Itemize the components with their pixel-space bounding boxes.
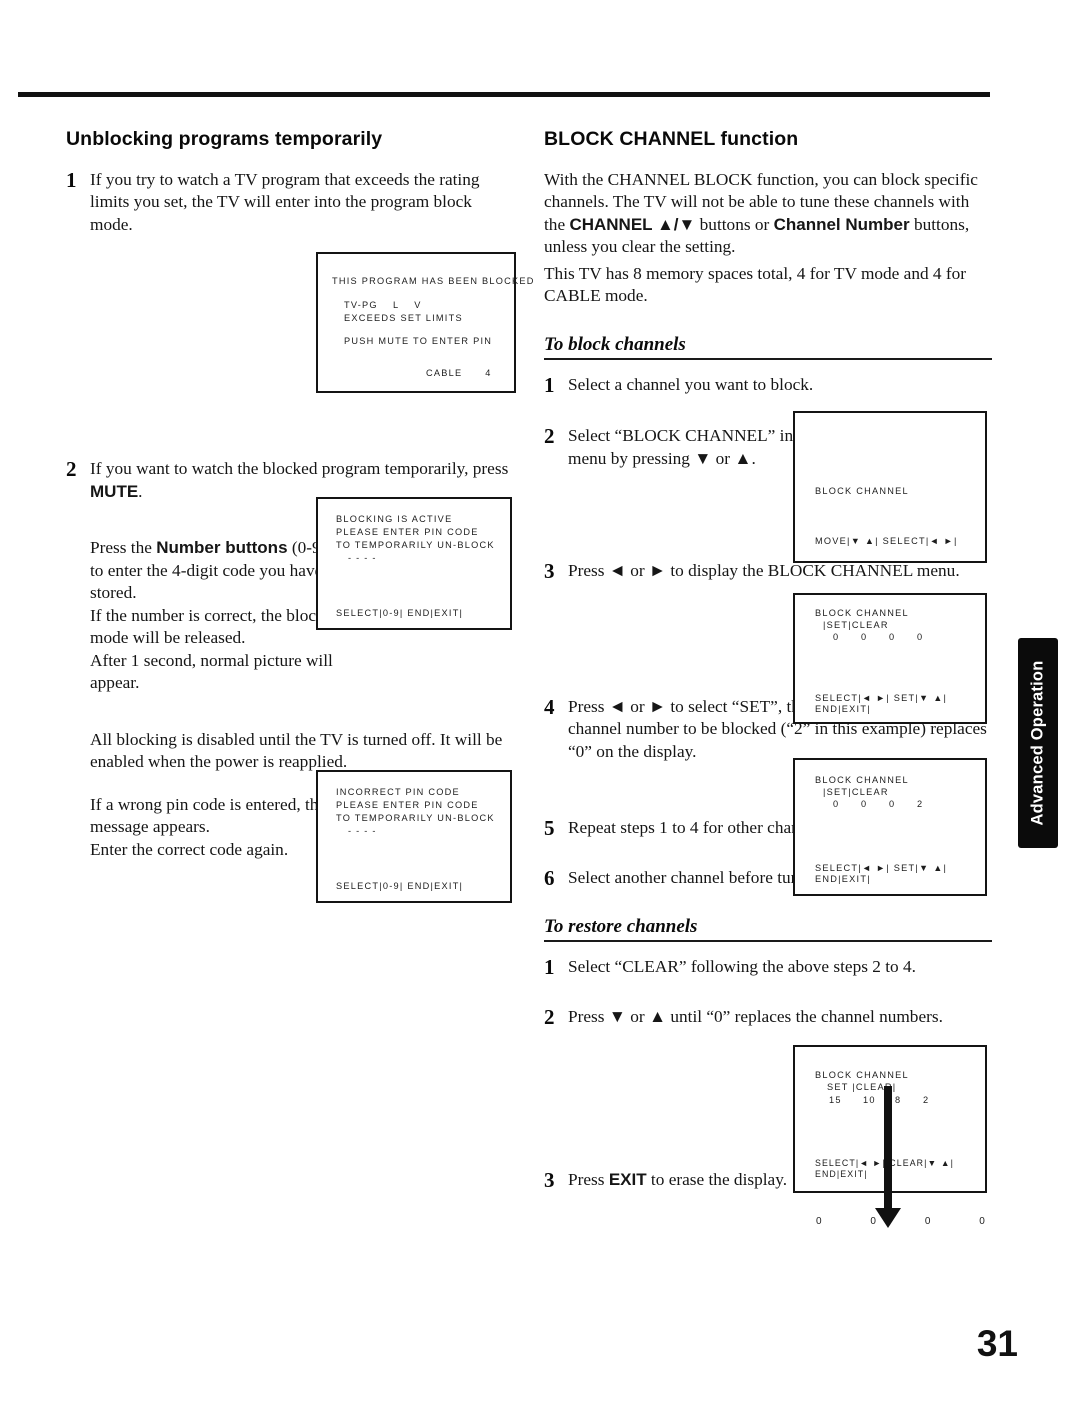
step-number: 1: [66, 168, 77, 192]
step-text: Select a channel you want to block.: [568, 374, 814, 394]
screen-program-blocked: THIS PROGRAM HAS BEEN BLOCKED TV-PG L V …: [316, 252, 533, 393]
osd-line-blocked-title: THIS PROGRAM HAS BEEN BLOCKED: [332, 276, 535, 286]
osd-line-incorrect-pin: INCORRECT PIN CODE: [336, 787, 460, 797]
step-text: If you try to watch a TV program that ex…: [90, 170, 480, 234]
screen-block-channel-set2: BLOCK CHANNEL |SET|CLEAR 0 0 0 2 SELECT|…: [793, 758, 987, 896]
heading-underline: [544, 357, 992, 360]
correct-code-text: If the number is correct, the block mode…: [90, 605, 325, 648]
step-unblock-1: 1 If you try to watch a TV program that …: [66, 168, 518, 236]
block-channel-intro: With the CHANNEL BLOCK function, you can…: [544, 169, 992, 259]
normal-picture-text: After 1 second, normal picture will appe…: [90, 650, 333, 693]
header-rule: [18, 92, 990, 97]
osd-value-1: 0: [833, 799, 840, 809]
cleared-value-4: 0: [979, 1216, 986, 1227]
page-title-block-channel: BLOCK CHANNEL function: [544, 128, 799, 150]
cleared-value-1: 0: [816, 1216, 823, 1227]
section-tab-label: Advanced Operation: [1028, 660, 1047, 826]
heading-underline: [544, 940, 992, 943]
osd-line-pin-dashes: - - - -: [348, 553, 377, 563]
osd-footer-move-select: MOVE|▼ ▲| SELECT|◄ ►|: [815, 536, 958, 546]
step-text-lead: If you want to watch the blocked program…: [90, 459, 509, 479]
osd-footer-end-exit: END|EXIT|: [815, 704, 871, 714]
to-restore-channels-heading: To restore channels: [544, 916, 698, 938]
press-the-label: Press the: [90, 538, 157, 558]
step-number: 4: [544, 694, 555, 719]
erase-display-text: to erase the display.: [646, 1170, 788, 1190]
channel-updown-label: CHANNEL ▲/▼: [569, 214, 696, 234]
wrong-pin-paragraph: If a wrong pin code is entered, the mess…: [90, 794, 326, 859]
osd-value-4: 0: [917, 632, 924, 642]
osd-value-3: 0: [889, 799, 896, 809]
step-number: 1: [544, 955, 555, 980]
osd-value-1: 15: [829, 1095, 842, 1105]
step-number: 6: [544, 865, 555, 890]
osd-line-temp-unblock: TO TEMPORARILY UN-BLOCK: [336, 813, 495, 823]
manual-page: Unblocking programs temporarily 1 If you…: [0, 0, 1080, 1403]
intro-text-2: buttons or: [695, 214, 774, 234]
screen-blocking-active: BLOCKING IS ACTIVE PLEASE ENTER PIN CODE…: [316, 497, 512, 630]
cleared-values-row: 0 0 0 0: [816, 1216, 986, 1227]
screen-vchip-menu: BLOCK CHANNEL MOVE|▼ ▲| SELECT|◄ ►|: [793, 411, 987, 563]
step-number: 3: [544, 559, 555, 584]
page-title-unblocking: Unblocking programs temporarily: [66, 128, 383, 150]
cleared-value-3: 0: [924, 1216, 932, 1227]
osd-value-3: 8: [895, 1095, 902, 1105]
step-number: 2: [66, 457, 77, 482]
screen-block-channel-zeros: BLOCK CHANNEL |SET|CLEAR 0 0 0 0 SELECT|…: [793, 593, 987, 724]
number-buttons-label: Number buttons: [156, 538, 288, 558]
step-number: 3: [544, 1168, 555, 1193]
step-text: Press ▼ or ▲ until “0” replaces the chan…: [568, 1006, 943, 1026]
step-restore-2: 2 Press ▼ or ▲ until “0” replaces the ch…: [544, 1004, 992, 1030]
memory-spaces-text: This TV has 8 memory spaces total, 4 for…: [544, 263, 967, 306]
osd-value-2: 0: [861, 799, 868, 809]
mute-button-label: MUTE: [90, 481, 139, 501]
osd-value-2: 0: [861, 632, 868, 642]
step-number: 2: [544, 424, 555, 449]
step-block-3: 3 Press ◄ or ► to display the BLOCK CHAN…: [544, 560, 992, 584]
osd-value-2: 10: [863, 1095, 876, 1105]
cleared-value-2: 0: [870, 1216, 878, 1227]
to-block-channels-heading: To block channels: [544, 333, 686, 355]
step-number: 5: [544, 816, 555, 841]
step-text-tail: .: [138, 481, 143, 501]
osd-footer-select-end: SELECT|0-9| END|EXIT|: [336, 608, 464, 618]
step-number: 2: [544, 1004, 555, 1029]
osd-line-temp-unblock: TO TEMPORARILY UN-BLOCK: [336, 540, 495, 550]
osd-value-3: 0: [889, 632, 896, 642]
down-arrow-icon: [875, 1086, 901, 1228]
osd-line-block-channel: BLOCK CHANNEL: [815, 486, 909, 496]
osd-line-push-mute: PUSH MUTE TO ENTER PIN: [344, 336, 493, 346]
osd-footer-end-exit: END|EXIT|: [815, 874, 871, 884]
osd-line-blocking-active: BLOCKING IS ACTIVE: [336, 514, 453, 524]
section-tab-advanced-operation: Advanced Operation: [1018, 638, 1058, 848]
step-text: Select “CLEAR” following the above steps…: [568, 957, 916, 977]
page-number: 31: [976, 1323, 1018, 1364]
osd-line-exceeds: EXCEEDS SET LIMITS: [344, 313, 463, 323]
osd-line-enter-pin: PLEASE ENTER PIN CODE: [336, 800, 479, 810]
channel-number-label: Channel Number: [773, 214, 910, 234]
osd-footer-end-exit: END|EXIT|: [815, 1169, 868, 1179]
osd-line-pin-dashes: - - - -: [348, 826, 377, 836]
osd-line-cable: CABLE 4: [426, 368, 492, 378]
screen-incorrect-pin: INCORRECT PIN CODE PLEASE ENTER PIN CODE…: [316, 770, 512, 903]
step-restore-1: 1 Select “CLEAR” following the above ste…: [544, 956, 992, 980]
osd-line-rating: TV-PG L V: [344, 300, 422, 310]
exit-button-label: EXIT: [608, 1170, 647, 1190]
press-label: Press: [568, 1170, 609, 1190]
blocking-disabled-paragraph: All blocking is disabled until the TV is…: [90, 729, 503, 772]
osd-value-4: 2: [917, 799, 924, 809]
step-block-1: 1 Select a channel you want to block.: [544, 372, 992, 398]
osd-value-4: 2: [923, 1095, 930, 1105]
step-number: 1: [544, 372, 555, 397]
osd-line-enter-pin: PLEASE ENTER PIN CODE: [336, 527, 479, 537]
osd-value-1: 0: [833, 632, 840, 642]
number-buttons-paragraph: Press the Number buttons (0-9) to enter …: [90, 537, 338, 694]
osd-footer-select-end: SELECT|0-9| END|EXIT|: [336, 881, 464, 891]
step-text: Press ◄ or ► to display the BLOCK CHANNE…: [568, 561, 960, 581]
